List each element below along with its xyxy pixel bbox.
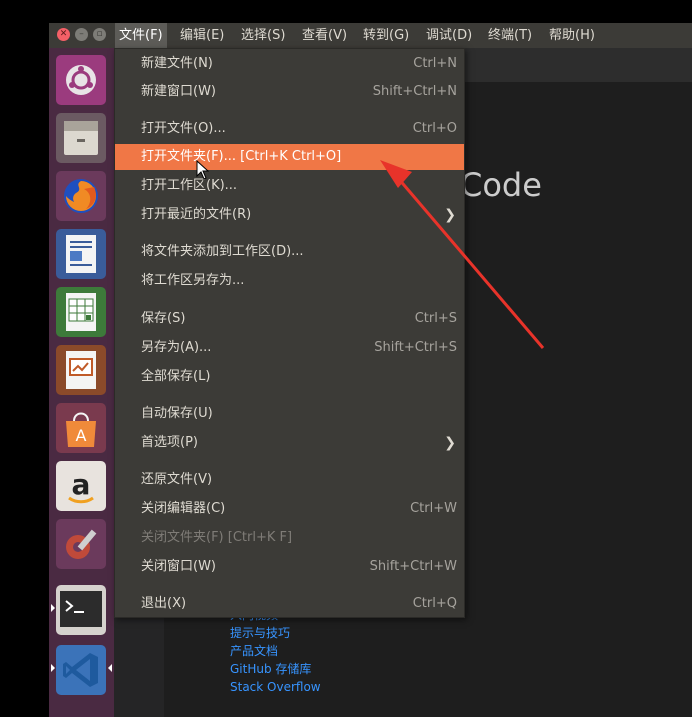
calc-icon[interactable] bbox=[56, 287, 106, 337]
menu-item-new-file[interactable]: 新建文件(N) Ctrl+N bbox=[115, 51, 464, 77]
menu-item-exit[interactable]: 退出(X) Ctrl+Q bbox=[115, 591, 464, 617]
link-stack-overflow[interactable]: Stack Overflow bbox=[230, 678, 321, 696]
menu-terminal[interactable]: 终端(T) bbox=[484, 23, 536, 48]
menu-item-save-all[interactable]: 全部保存(L) bbox=[115, 364, 464, 390]
settings-icon[interactable] bbox=[56, 519, 106, 569]
menu-item-save[interactable]: 保存(S) Ctrl+S bbox=[115, 306, 464, 332]
impress-icon[interactable] bbox=[56, 345, 106, 395]
svg-text:a: a bbox=[72, 468, 91, 501]
svg-text:A: A bbox=[76, 426, 87, 445]
menu-edit[interactable]: 编辑(E) bbox=[176, 23, 228, 48]
maximize-window-button[interactable]: ▫ bbox=[93, 28, 106, 41]
menu-go[interactable]: 转到(G) bbox=[359, 23, 413, 48]
vscode-icon[interactable] bbox=[56, 645, 106, 695]
menu-item-revert-file[interactable]: 还原文件(V) bbox=[115, 467, 464, 493]
menu-item-preferences[interactable]: 首选项(P) ❯ bbox=[115, 430, 464, 456]
menu-item-close-window[interactable]: 关闭窗口(W) Shift+Ctrl+W bbox=[115, 554, 464, 580]
link-tips-and-tricks[interactable]: 提示与技巧 bbox=[230, 624, 321, 642]
link-product-docs[interactable]: 产品文档 bbox=[230, 642, 321, 660]
files-icon[interactable] bbox=[56, 113, 106, 163]
menu-item-save-as[interactable]: 另存为(A)... Shift+Ctrl+S bbox=[115, 335, 464, 361]
menu-item-add-folder-to-workspace[interactable]: 将文件夹添加到工作区(D)... bbox=[115, 239, 464, 265]
menu-item-auto-save[interactable]: 自动保存(U) bbox=[115, 401, 464, 427]
running-indicator bbox=[51, 664, 55, 672]
menu-selection[interactable]: 选择(S) bbox=[237, 23, 289, 48]
menu-item-open-workspace[interactable]: 打开工作区(K)... bbox=[115, 173, 464, 199]
menu-item-new-window[interactable]: 新建窗口(W) Shift+Ctrl+N bbox=[115, 79, 464, 105]
menu-help[interactable]: 帮助(H) bbox=[545, 23, 599, 48]
welcome-help-links: 入门视频 提示与技巧 产品文档 GitHub 存储库 Stack Overflo… bbox=[230, 606, 321, 696]
software-center-icon[interactable]: A bbox=[56, 403, 106, 453]
menu-item-open-folder[interactable]: 打开文件夹(F)... [Ctrl+K Ctrl+O] bbox=[115, 144, 464, 170]
close-window-button[interactable]: ✕ bbox=[57, 28, 70, 41]
menu-item-open-file[interactable]: 打开文件(O)... Ctrl+O bbox=[115, 116, 464, 142]
chevron-right-icon: ❯ bbox=[444, 207, 456, 223]
minimize-window-button[interactable]: – bbox=[75, 28, 88, 41]
menu-item-save-workspace-as[interactable]: 将工作区另存为... bbox=[115, 268, 464, 294]
amazon-icon[interactable]: a bbox=[56, 461, 106, 511]
link-github-repo[interactable]: GitHub 存储库 bbox=[230, 660, 321, 678]
menu-debug[interactable]: 调试(D) bbox=[422, 23, 476, 48]
ubuntu-dash-icon[interactable] bbox=[56, 55, 106, 105]
running-indicator bbox=[51, 604, 55, 612]
file-menu-dropdown: 新建文件(N) Ctrl+N 新建窗口(W) Shift+Ctrl+N 打开文件… bbox=[114, 48, 465, 618]
mouse-cursor-icon bbox=[196, 159, 210, 184]
firefox-icon[interactable] bbox=[56, 171, 106, 221]
menu-item-open-recent[interactable]: 打开最近的文件(R) ❯ bbox=[115, 202, 464, 228]
top-black-strip bbox=[0, 0, 692, 23]
chevron-right-icon: ❯ bbox=[444, 435, 456, 451]
menu-view[interactable]: 查看(V) bbox=[298, 23, 351, 48]
focused-indicator bbox=[108, 664, 112, 672]
menu-item-close-editor[interactable]: 关闭编辑器(C) Ctrl+W bbox=[115, 496, 464, 522]
menu-bar: ✕ – ▫ 文件(F) 编辑(E) 选择(S) 查看(V) 转到(G) 调试(D… bbox=[49, 23, 692, 48]
menu-item-close-folder: 关闭文件夹(F) [Ctrl+K F] bbox=[141, 530, 293, 545]
welcome-title: Code bbox=[460, 166, 542, 204]
writer-icon[interactable] bbox=[56, 229, 106, 279]
desktop: Code 入门视频 提示与技巧 产品文档 GitHub 存储库 Stack Ov… bbox=[0, 0, 692, 717]
terminal-icon[interactable] bbox=[56, 585, 106, 635]
ubuntu-launcher: A a bbox=[49, 48, 114, 717]
menu-file[interactable]: 文件(F) bbox=[115, 23, 167, 48]
